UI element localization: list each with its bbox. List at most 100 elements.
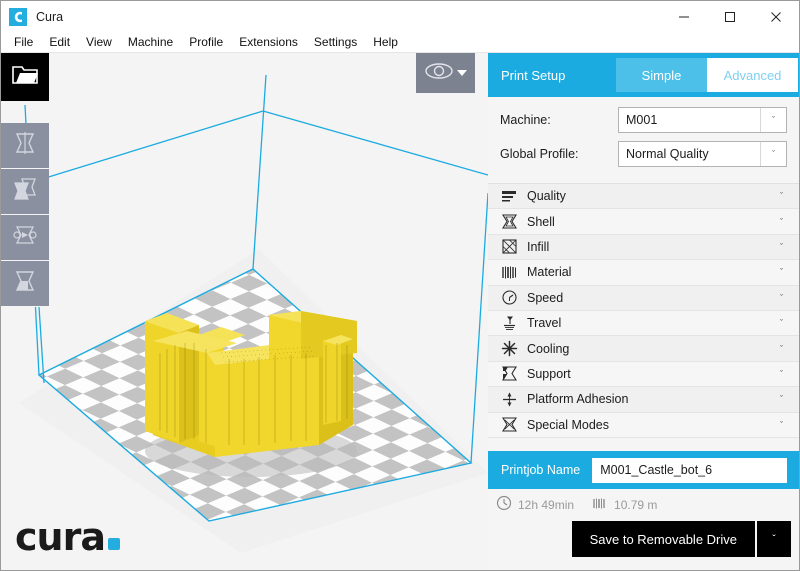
infill-icon bbox=[494, 238, 524, 255]
print-setup-title: Print Setup bbox=[501, 68, 565, 83]
machine-label: Machine: bbox=[500, 113, 618, 127]
menu-item-view[interactable]: View bbox=[78, 33, 120, 51]
move-tool-icon bbox=[12, 130, 38, 161]
cura-application-window: Cura File Edit View Machine Profile Exte… bbox=[0, 0, 800, 571]
cura-logo-icon bbox=[9, 8, 27, 26]
category-cooling[interactable]: Cooling ˇ bbox=[488, 336, 799, 361]
print-setup-fields: Machine: M001 ˇ Global Profile: Normal Q… bbox=[488, 97, 799, 183]
print-setup-header: Print Setup Simple Advanced bbox=[488, 53, 799, 97]
maximize-button[interactable] bbox=[707, 1, 753, 32]
chevron-down-icon: ˇ bbox=[780, 267, 783, 277]
global-profile-select[interactable]: Normal Quality ˇ bbox=[618, 141, 787, 167]
save-to-removable-drive-button[interactable]: Save to Removable Drive bbox=[572, 521, 755, 557]
open-file-button[interactable] bbox=[1, 53, 49, 101]
menu-item-edit[interactable]: Edit bbox=[41, 33, 78, 51]
tool-mirror[interactable] bbox=[1, 215, 49, 261]
menu-item-extensions[interactable]: Extensions bbox=[231, 33, 306, 51]
print-time-stat: 12h 49min bbox=[496, 495, 574, 516]
print-setup-tabs: Simple Advanced bbox=[616, 58, 798, 92]
save-options-dropdown-button[interactable]: ˇ bbox=[757, 521, 791, 557]
chevron-down-icon: ˇ bbox=[760, 142, 786, 166]
special-modes-icon bbox=[494, 416, 524, 433]
global-profile-field-row: Global Profile: Normal Quality ˇ bbox=[500, 141, 787, 167]
printjob-name-input[interactable]: M001_Castle_bot_6 bbox=[592, 458, 787, 483]
menu-item-file[interactable]: File bbox=[6, 33, 41, 51]
scale-tool-icon bbox=[12, 268, 38, 299]
tool-move[interactable] bbox=[1, 123, 49, 169]
chevron-down-icon: ˇ bbox=[780, 293, 783, 303]
build-scene bbox=[1, 53, 488, 571]
support-icon bbox=[494, 365, 524, 382]
chevron-down-icon: ˇ bbox=[780, 344, 783, 354]
category-label: Travel bbox=[527, 316, 561, 330]
cura-watermark-dot bbox=[108, 538, 120, 550]
cooling-icon bbox=[494, 340, 524, 357]
category-label: Speed bbox=[527, 291, 563, 305]
category-infill[interactable]: Infill ˇ bbox=[488, 235, 799, 260]
menu-item-machine[interactable]: Machine bbox=[120, 33, 181, 51]
window-controls bbox=[661, 1, 799, 32]
material-icon bbox=[494, 264, 524, 281]
chevron-down-icon: ˇ bbox=[780, 394, 783, 404]
chevron-down-icon: ˇ bbox=[780, 191, 783, 201]
chevron-down-icon: ˇ bbox=[780, 420, 783, 430]
print-stats-row: 12h 49min 10.79 m bbox=[488, 489, 799, 521]
category-label: Quality bbox=[527, 189, 566, 203]
save-action-row: Save to Removable Drive ˇ bbox=[488, 521, 799, 571]
machine-select[interactable]: M001 ˇ bbox=[618, 107, 787, 133]
material-length-value: 10.79 m bbox=[614, 498, 657, 512]
duplicate-tool-icon bbox=[12, 176, 38, 207]
window-title: Cura bbox=[36, 10, 63, 24]
travel-icon bbox=[494, 315, 524, 332]
chevron-down-icon: ˇ bbox=[780, 369, 783, 379]
quality-icon bbox=[494, 188, 524, 205]
mirror-tool-icon bbox=[12, 222, 38, 253]
category-quality[interactable]: Quality ˇ bbox=[488, 184, 799, 209]
title-bar: Cura bbox=[1, 1, 799, 32]
global-profile-label: Global Profile: bbox=[500, 147, 618, 161]
menu-item-profile[interactable]: Profile bbox=[181, 33, 231, 51]
platform-adhesion-icon bbox=[494, 391, 524, 408]
view-mode-button[interactable] bbox=[416, 53, 475, 93]
category-shell[interactable]: Shell ˇ bbox=[488, 209, 799, 234]
category-platform-adhesion[interactable]: Platform Adhesion ˇ bbox=[488, 387, 799, 412]
material-length-stat: 10.79 m bbox=[592, 495, 657, 516]
category-label: Platform Adhesion bbox=[527, 392, 628, 406]
machine-value: M001 bbox=[619, 113, 760, 127]
tool-scale[interactable] bbox=[1, 261, 49, 307]
chevron-down-icon: ˇ bbox=[780, 217, 783, 227]
chevron-down-icon: ˇ bbox=[760, 108, 786, 132]
category-label: Special Modes bbox=[527, 418, 609, 432]
category-special-modes[interactable]: Special Modes ˇ bbox=[488, 413, 799, 438]
category-travel[interactable]: Travel ˇ bbox=[488, 311, 799, 336]
chevron-down-icon: ˇ bbox=[780, 242, 783, 252]
category-label: Infill bbox=[527, 240, 549, 254]
close-button[interactable] bbox=[753, 1, 799, 32]
minimize-button[interactable] bbox=[661, 1, 707, 32]
shell-icon bbox=[494, 213, 524, 230]
tab-advanced[interactable]: Advanced bbox=[707, 58, 798, 92]
tool-duplicate[interactable] bbox=[1, 169, 49, 215]
print-time-value: 12h 49min bbox=[518, 498, 574, 512]
tool-column bbox=[1, 53, 49, 571]
tab-simple[interactable]: Simple bbox=[616, 58, 707, 92]
speed-icon bbox=[494, 289, 524, 306]
machine-field-row: Machine: M001 ˇ bbox=[500, 107, 787, 133]
category-speed[interactable]: Speed ˇ bbox=[488, 286, 799, 311]
tool-column-gap bbox=[1, 101, 49, 123]
category-support[interactable]: Support ˇ bbox=[488, 362, 799, 387]
menu-item-settings[interactable]: Settings bbox=[306, 33, 365, 51]
category-label: Support bbox=[527, 367, 571, 381]
category-material[interactable]: Material ˇ bbox=[488, 260, 799, 285]
eye-icon bbox=[424, 61, 454, 86]
open-folder-icon bbox=[11, 63, 39, 92]
category-label: Cooling bbox=[527, 342, 569, 356]
chevron-down-icon bbox=[457, 64, 467, 82]
filament-icon bbox=[592, 495, 608, 516]
menu-item-help[interactable]: Help bbox=[365, 33, 406, 51]
clock-icon bbox=[496, 495, 512, 516]
printjob-name-label: Printjob Name bbox=[501, 463, 580, 477]
3d-viewport[interactable]: cura bbox=[1, 53, 488, 571]
print-setup-sidebar: Print Setup Simple Advanced Machine: M00… bbox=[488, 53, 799, 571]
settings-category-list: Quality ˇ Shell ˇ bbox=[488, 183, 799, 451]
